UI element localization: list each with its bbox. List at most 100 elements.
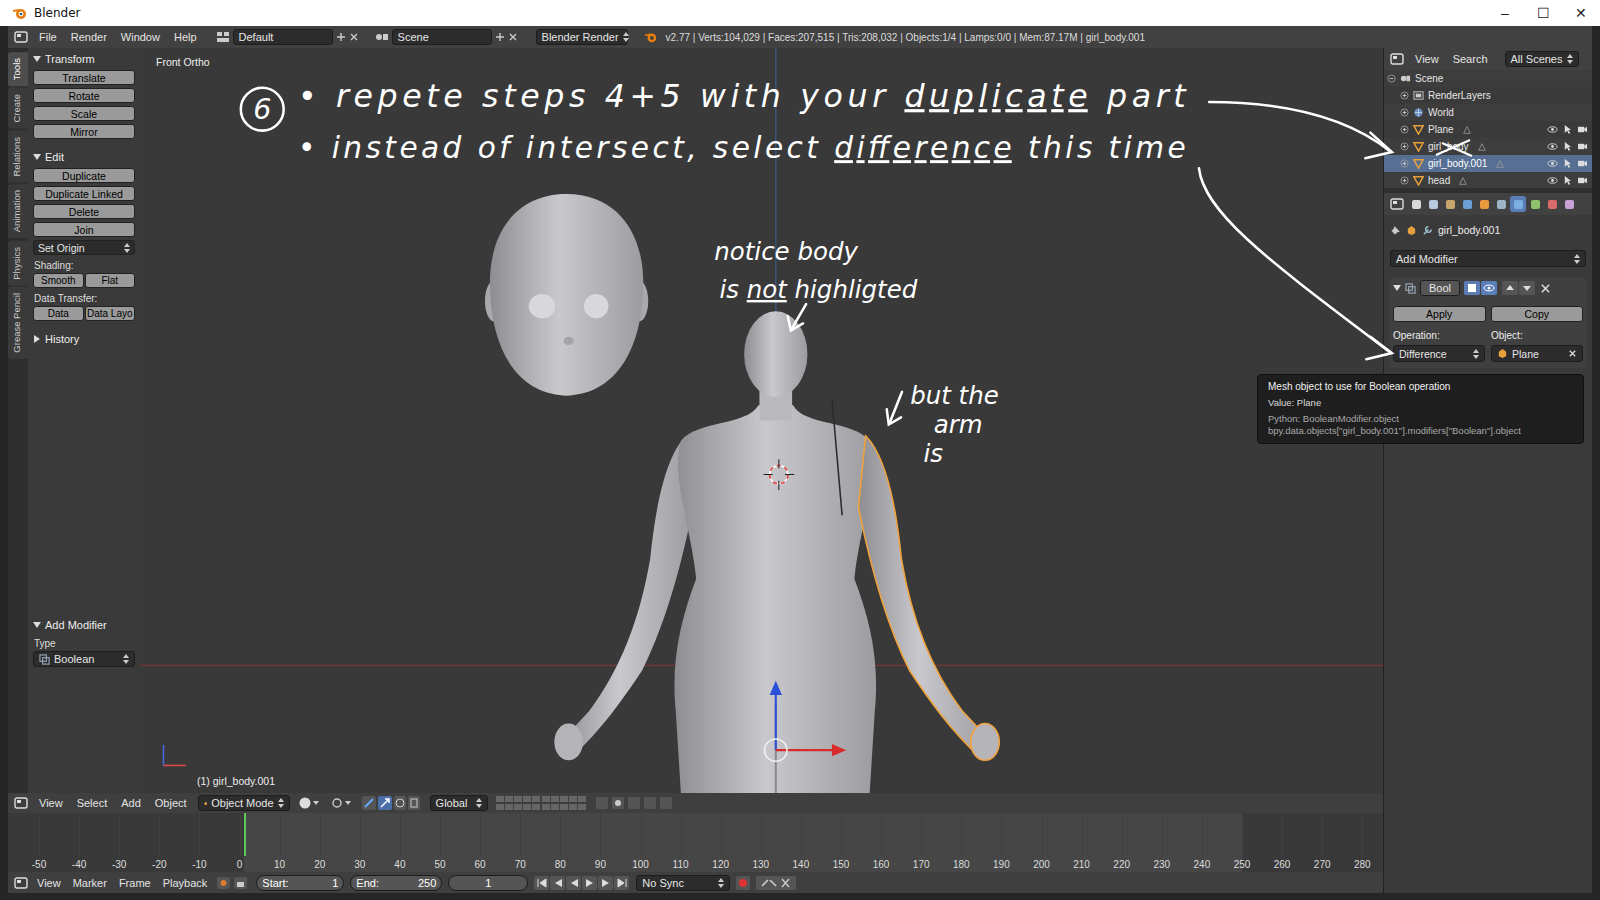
current-frame-line[interactable] [244,813,246,856]
menu-item[interactable]: View [1412,53,1442,65]
editor-type-icon[interactable] [1390,198,1404,210]
body-mesh[interactable] [554,311,876,793]
expand-icon[interactable] [1400,159,1409,168]
window-control[interactable]: ☐ [1524,5,1562,21]
selectable-arrow-icon[interactable] [1563,141,1572,152]
close-icon[interactable] [349,32,359,42]
clear-icon[interactable] [1568,349,1577,358]
menu-item[interactable]: Window [118,31,163,43]
outliner-row[interactable]: RenderLayers [1384,87,1592,104]
menu-item[interactable]: Select [74,797,111,809]
context-tab[interactable] [1442,196,1458,212]
menu-item[interactable]: View [34,877,64,889]
tool-tab[interactable]: Create [8,88,28,129]
selectable-arrow-icon[interactable] [1563,124,1572,135]
copy-button[interactable]: Copy [1491,306,1584,322]
tool-button[interactable]: Data Layo [85,306,136,321]
remove-modifier-icon[interactable] [1540,283,1551,294]
modifier-name-field[interactable]: Bool [1420,280,1460,296]
outliner-row[interactable]: girl_body.001 [1384,155,1592,172]
context-tab[interactable] [1561,196,1577,212]
tool-tab[interactable]: Grease Pencil [8,287,28,359]
move-up-down-icon[interactable] [1502,281,1536,295]
visibility-eye-icon[interactable] [1547,176,1558,185]
render-engine-dropdown[interactable]: Blender Render [536,29,628,45]
render-camera-icon[interactable] [1577,125,1588,134]
context-tab[interactable] [1493,196,1509,212]
outliner-row[interactable]: World [1384,104,1592,121]
tool-button[interactable]: Smooth [33,273,84,288]
mesh-data-icon[interactable] [1462,125,1472,135]
menu-item[interactable]: View [36,797,66,809]
orientation-dropdown[interactable]: Global [430,795,488,811]
plus-icon[interactable] [336,32,346,42]
collapse-triangle-icon[interactable] [33,621,41,629]
editor-type-icon[interactable] [14,31,28,43]
keying-set-icon[interactable] [756,876,796,890]
visibility-eye-icon[interactable] [1547,159,1558,168]
window-control[interactable]: – [1486,5,1524,21]
collapse-triangle-icon[interactable] [33,153,41,161]
menu-item[interactable]: Render [68,31,110,43]
tool-tab[interactable]: Physics [8,241,28,286]
end-frame-field[interactable]: End:250 [350,875,442,891]
outliner-row[interactable]: head [1384,172,1592,189]
context-tab[interactable] [1510,196,1526,212]
panel-header[interactable]: Add Modifier [33,616,135,634]
tool-tab[interactable]: Tools [8,52,28,86]
context-tab[interactable] [1408,196,1424,212]
collapse-triangle-icon[interactable] [1393,284,1401,292]
tool-tab[interactable]: Relations [8,131,28,183]
expand-icon[interactable] [1400,142,1409,151]
context-tab[interactable] [1425,196,1441,212]
3d-cursor-icon[interactable] [764,459,795,490]
panel-header[interactable]: Edit [33,148,135,166]
tool-button[interactable]: Scale [33,106,135,121]
add-modifier-dropdown[interactable]: Add Modifier [1390,250,1586,267]
timeline[interactable]: -50 -40 -30 -20 -10 0 10 20 30 40 50 60 … [8,813,1383,872]
record-icon[interactable] [736,876,750,890]
menu-item[interactable]: Object [152,797,190,809]
head-mesh[interactable] [485,194,648,396]
layers-icon[interactable] [496,795,588,811]
object-field[interactable]: Plane [1491,345,1583,362]
selectable-arrow-icon[interactable] [1563,175,1572,186]
visibility-eye-icon[interactable] [1547,142,1558,151]
render-camera-icon[interactable] [1577,142,1588,151]
expand-icon[interactable] [1400,108,1409,117]
menu-item[interactable]: File [36,31,60,43]
panel-header[interactable]: Transform [33,50,135,68]
modifier-display-toggles-icon[interactable] [1464,281,1498,295]
menu-item[interactable]: Marker [70,877,110,889]
tool-tab[interactable]: Animation [8,184,28,238]
mesh-data-icon[interactable] [1495,159,1505,169]
mesh-data-icon[interactable] [1458,176,1468,186]
menu-item[interactable]: Search [1450,53,1491,65]
tool-button[interactable]: Data [33,306,84,321]
close-icon[interactable] [508,32,518,42]
mesh-data-icon[interactable] [1477,142,1487,152]
render-camera-icon[interactable] [1577,176,1588,185]
3d-viewport[interactable]: Front Ortho (1) girl_body.001 [140,48,1383,793]
boolean-plane[interactable] [832,398,842,515]
render-camera-icon[interactable] [1577,159,1588,168]
expand-icon[interactable] [1400,176,1409,185]
playback-controls-icon[interactable] [534,876,630,890]
current-frame-field[interactable]: 1 [448,875,528,891]
tool-button[interactable]: Join [33,222,135,237]
layout-selector[interactable]: Default [216,29,359,45]
tool-button[interactable]: Delete [33,204,135,219]
context-tab[interactable] [1544,196,1560,212]
context-tab[interactable] [1527,196,1543,212]
tool-button[interactable]: Duplicate [33,168,135,183]
visibility-eye-icon[interactable] [1547,125,1558,134]
outliner-row[interactable]: girl_body [1384,138,1592,155]
selectable-arrow-icon[interactable] [1563,158,1572,169]
mode-dropdown[interactable]: Object Mode [198,795,290,811]
operation-dropdown[interactable]: Difference [1393,345,1485,362]
tool-button[interactable]: Duplicate Linked [33,186,135,201]
pin-icon[interactable] [1390,225,1401,236]
manipulator-icon[interactable] [362,796,422,810]
collapse-icon[interactable] [1387,74,1396,83]
start-frame-field[interactable]: Start:1 [256,875,344,891]
